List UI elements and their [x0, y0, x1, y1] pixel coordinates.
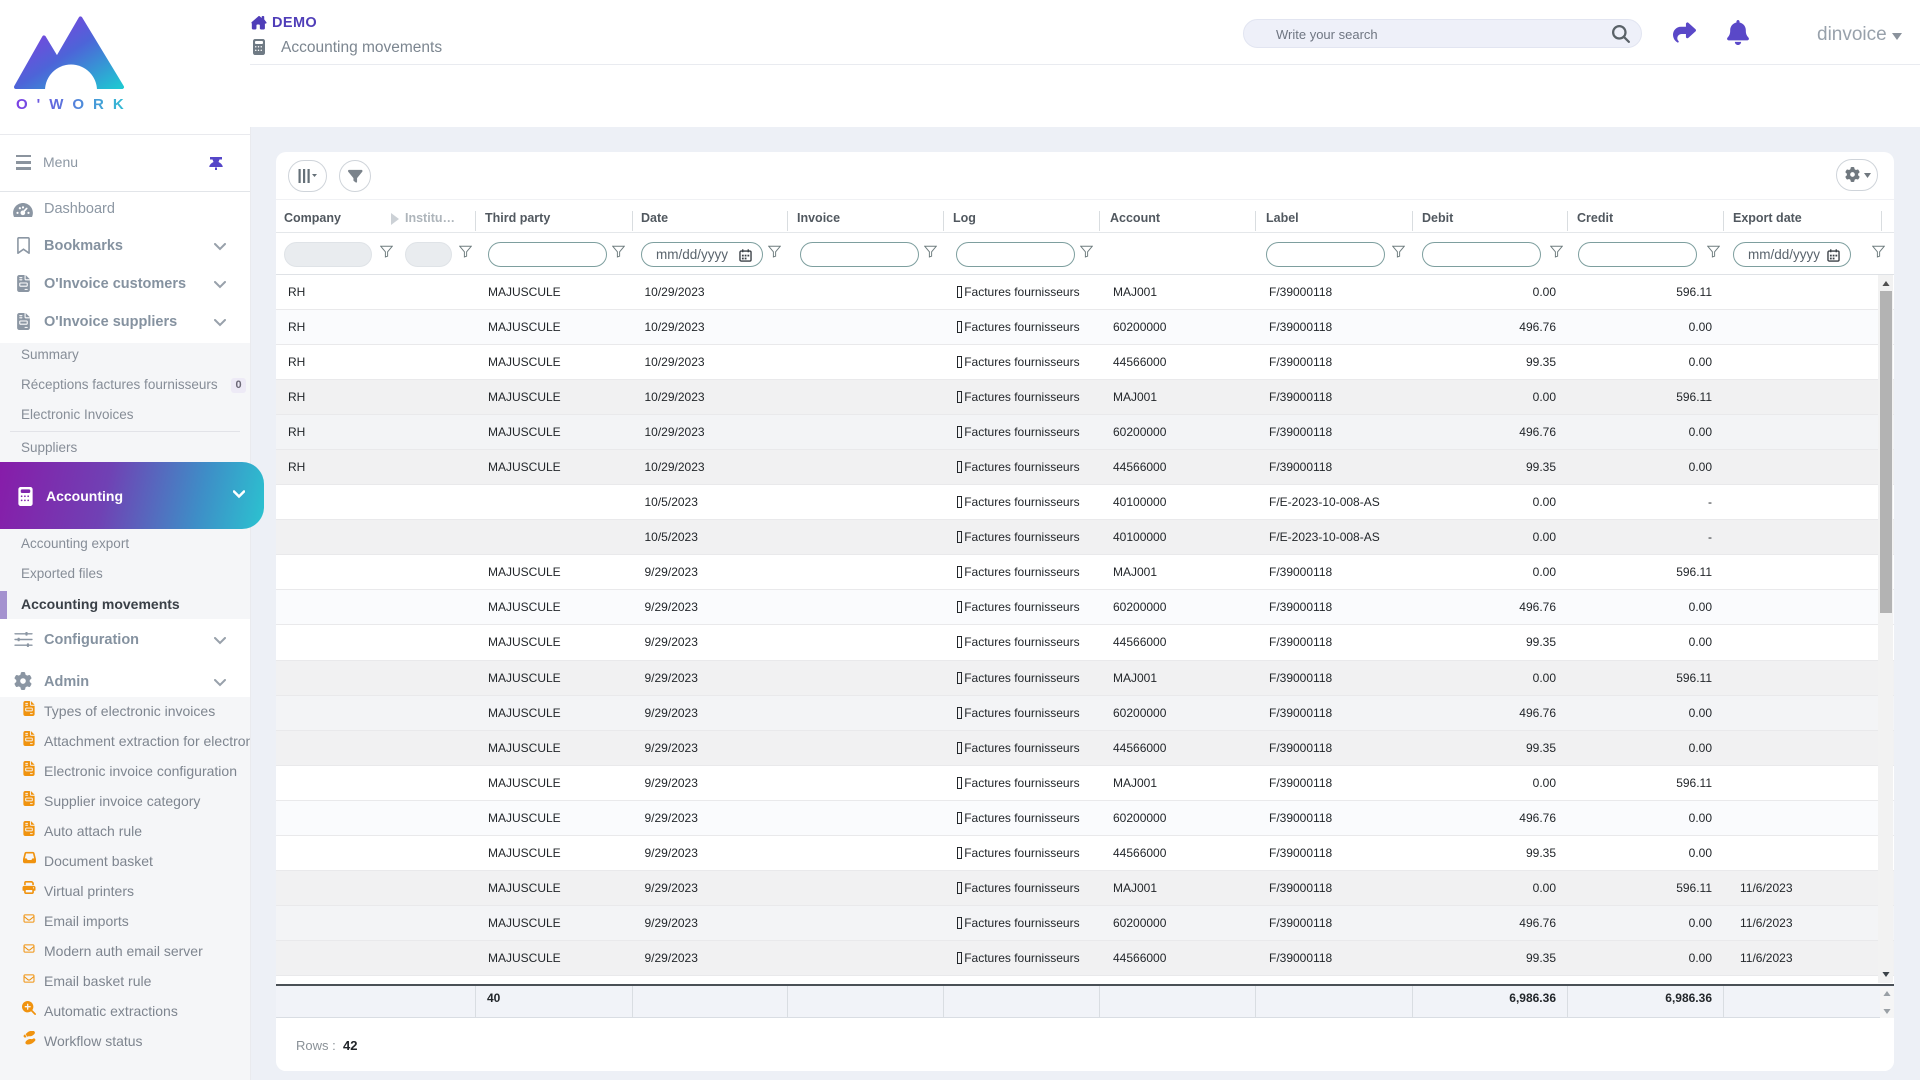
svg-text:O'WORK: O'WORK: [16, 96, 129, 113]
